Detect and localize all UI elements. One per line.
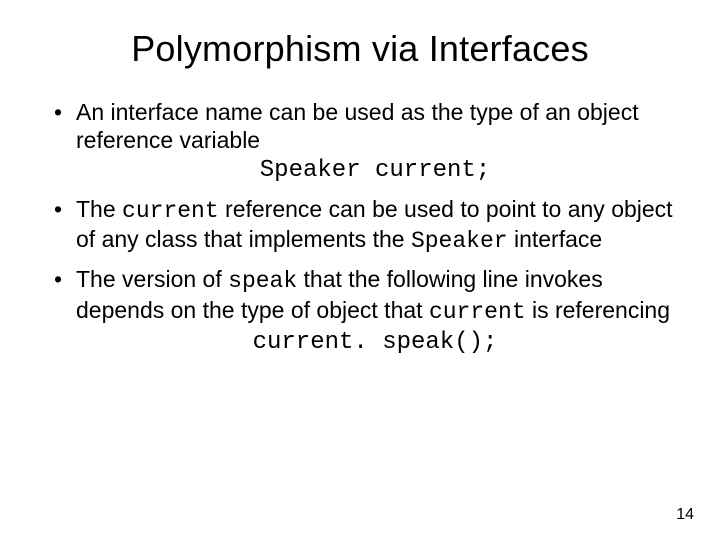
bullet-2-pre: The <box>76 196 122 222</box>
slide-title: Polymorphism via Interfaces <box>46 28 674 70</box>
bullet-3-code1: speak <box>228 268 297 294</box>
bullet-2: The current reference can be used to poi… <box>46 195 674 255</box>
bullet-3-post: is referencing <box>526 297 670 323</box>
bullet-1-text: An interface name can be used as the typ… <box>76 99 639 153</box>
bullet-2-post: interface <box>508 226 603 252</box>
bullet-1-code: Speaker current; <box>76 156 674 185</box>
bullet-list: An interface name can be used as the typ… <box>46 98 674 357</box>
bullet-1: An interface name can be used as the typ… <box>46 98 674 185</box>
bullet-3-pre: The version of <box>76 266 228 292</box>
bullet-2-code1: current <box>122 198 219 224</box>
page-number: 14 <box>676 506 694 524</box>
bullet-3-codeline: current. speak(); <box>76 328 674 357</box>
bullet-3-code2: current <box>429 299 526 325</box>
slide: Polymorphism via Interfaces An interface… <box>0 0 720 540</box>
bullet-3: The version of speak that the following … <box>46 265 674 356</box>
bullet-2-code2: Speaker <box>411 228 508 254</box>
